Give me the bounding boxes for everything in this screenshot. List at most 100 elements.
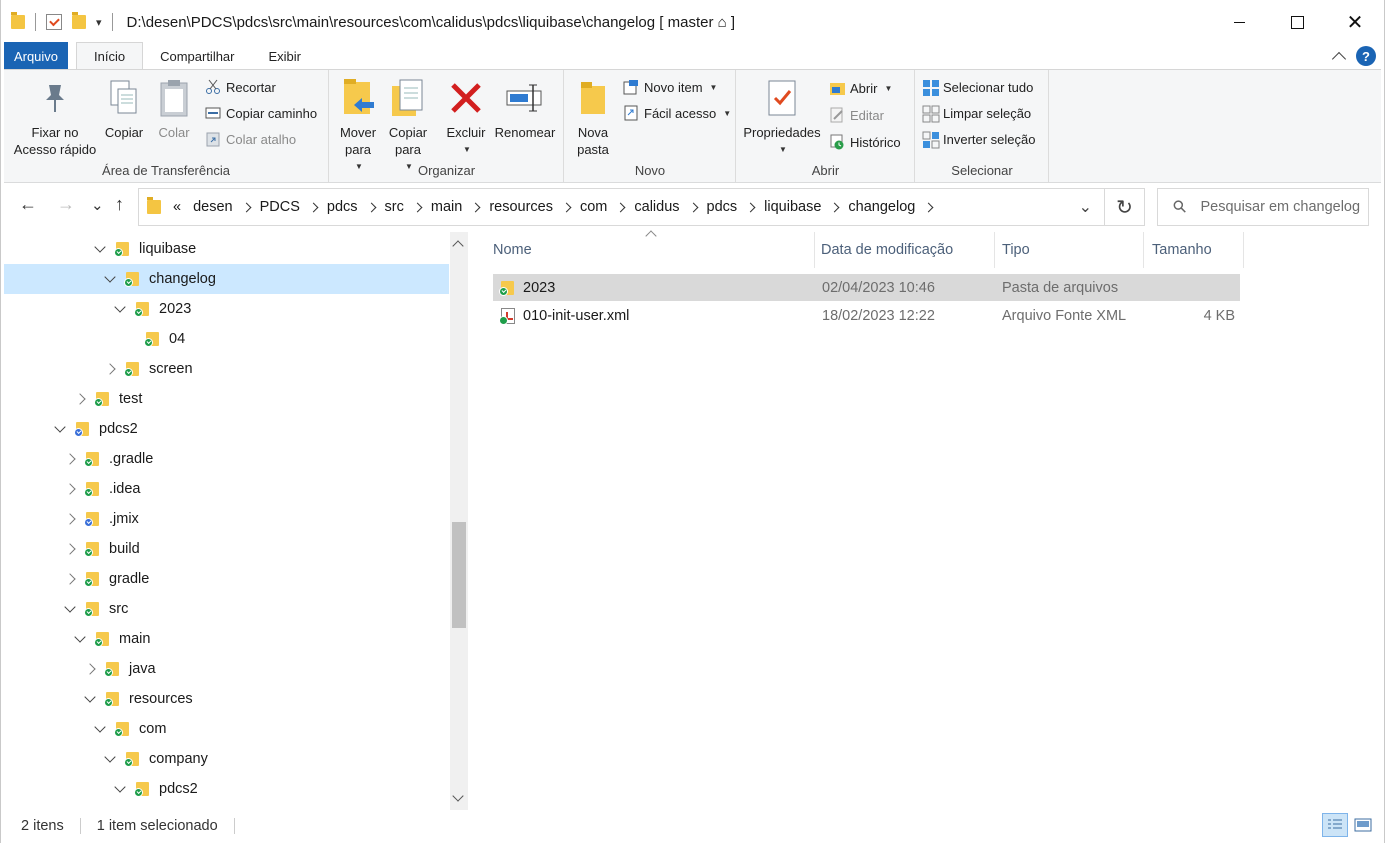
tree-item[interactable]: com	[4, 714, 449, 744]
chevron-right-icon[interactable]	[615, 202, 626, 212]
breadcrumb-item[interactable]: pdcs	[321, 199, 364, 215]
column-header-type[interactable]: Tipo	[1002, 232, 1144, 268]
tree-item[interactable]: java	[4, 654, 449, 684]
paste-button[interactable]: Colar	[154, 76, 194, 141]
column-header-name[interactable]: Nome	[493, 232, 815, 268]
minimize-button[interactable]	[1210, 0, 1268, 44]
search-input[interactable]: Pesquisar em changelog	[1200, 199, 1360, 215]
scrollbar-thumb[interactable]	[452, 522, 466, 628]
chevron-down-icon[interactable]	[52, 421, 68, 437]
back-button[interactable]: ←	[19, 194, 37, 215]
refresh-button[interactable]: ↻	[1105, 188, 1145, 226]
chevron-right-icon[interactable]	[62, 451, 78, 467]
new-item-button[interactable]: Novo item ▼	[623, 79, 717, 95]
up-button[interactable]: ↑	[115, 194, 124, 215]
tab-view[interactable]: Exibir	[252, 42, 319, 70]
tree-item[interactable]: .idea	[4, 474, 449, 504]
chevron-right-icon[interactable]	[308, 202, 319, 212]
chevron-right-icon[interactable]	[241, 202, 252, 212]
new-folder-icon[interactable]	[72, 12, 86, 29]
chevron-right-icon[interactable]	[561, 202, 572, 212]
chevron-right-icon[interactable]	[688, 202, 698, 212]
chevron-right-icon[interactable]	[72, 391, 88, 407]
tree-item[interactable]: gradle	[4, 564, 449, 594]
cut-button[interactable]: Recortar	[205, 79, 276, 95]
breadcrumb-overflow[interactable]: «	[167, 199, 187, 215]
breadcrumb-item[interactable]: pdcs	[701, 199, 744, 215]
tree-item[interactable]: test	[4, 384, 449, 414]
new-folder-button[interactable]: Nova pasta	[571, 76, 615, 158]
chevron-down-icon[interactable]	[82, 691, 98, 707]
chevron-down-icon[interactable]	[72, 631, 88, 647]
copy-to-button[interactable]: Copiar para ▼	[386, 76, 430, 175]
chevron-down-icon[interactable]	[102, 751, 118, 767]
customize-toolbar-dropdown[interactable]: ▾	[96, 16, 102, 29]
breadcrumb-item[interactable]: main	[425, 199, 468, 215]
chevron-right-icon[interactable]	[102, 361, 118, 377]
chevron-right-icon[interactable]	[470, 202, 481, 212]
chevron-right-icon[interactable]	[745, 202, 756, 212]
history-button[interactable]: Histórico	[829, 134, 901, 150]
paste-shortcut-button[interactable]: Colar atalho	[205, 131, 296, 147]
open-button[interactable]: Abrir ▼	[829, 80, 892, 96]
copy-button[interactable]: Copiar	[102, 76, 146, 141]
recent-locations-button[interactable]: ⌄	[91, 196, 104, 214]
chevron-right-icon[interactable]	[923, 202, 934, 212]
scroll-down-icon[interactable]	[452, 790, 464, 802]
tab-file[interactable]: Arquivo	[4, 42, 68, 70]
chevron-down-icon[interactable]	[112, 301, 128, 317]
tree-scrollbar[interactable]	[450, 232, 468, 810]
file-row[interactable]: 2023 02/04/2023 10:46 Pasta de arquivos	[493, 274, 1240, 301]
breadcrumb-item[interactable]: src	[379, 199, 410, 215]
chevron-down-icon[interactable]	[92, 241, 108, 257]
breadcrumb-item[interactable]: com	[574, 199, 613, 215]
chevron-right-icon[interactable]	[62, 571, 78, 587]
address-dropdown-icon[interactable]: ⌄	[1079, 197, 1092, 217]
tree-item[interactable]: liquibase	[4, 234, 449, 264]
rename-button[interactable]: Renomear	[492, 76, 558, 141]
tree-item[interactable]: changelog	[4, 264, 449, 294]
tree-item[interactable]: build	[4, 534, 449, 564]
properties-button[interactable]: Propriedades ▼	[739, 76, 825, 158]
tab-share[interactable]: Compartilhar	[143, 42, 251, 70]
select-none-button[interactable]: Limpar seleção	[922, 105, 1031, 123]
chevron-right-icon[interactable]	[412, 202, 423, 212]
breadcrumb-item[interactable]: PDCS	[254, 199, 306, 215]
chevron-right-icon[interactable]	[62, 541, 78, 557]
file-row[interactable]: 010-init-user.xml 18/02/2023 12:22 Arqui…	[493, 302, 1240, 329]
edit-button[interactable]: Editar	[829, 107, 884, 123]
search-box[interactable]: ⚲ Pesquisar em changelog	[1157, 188, 1369, 226]
copy-path-button[interactable]: Copiar caminho	[205, 105, 317, 121]
chevron-right-icon[interactable]	[62, 481, 78, 497]
address-bar[interactable]: « desen PDCS pdcs src main resources com…	[138, 188, 1105, 226]
chevron-right-icon[interactable]	[366, 202, 376, 212]
chevron-right-icon[interactable]	[82, 661, 98, 677]
navigation-tree[interactable]: liquibase changelog 2023 04 screen test pdcs2.…	[4, 232, 449, 810]
tree-item[interactable]: pdcs2	[4, 774, 449, 804]
tree-item[interactable]: screen	[4, 354, 449, 384]
delete-button[interactable]: Excluir ▼	[444, 76, 488, 158]
tree-item[interactable]: 04	[4, 324, 449, 354]
invert-selection-button[interactable]: Inverter seleção	[922, 131, 1036, 149]
breadcrumb-item[interactable]: liquibase	[758, 199, 827, 215]
chevron-right-icon[interactable]	[829, 202, 840, 212]
tree-item[interactable]: company	[4, 744, 449, 774]
help-icon[interactable]: ?	[1356, 46, 1376, 66]
tree-item[interactable]: 2023	[4, 294, 449, 324]
chevron-down-icon[interactable]	[102, 271, 118, 287]
chevron-right-icon[interactable]	[62, 511, 78, 527]
column-header-size[interactable]: Tamanho	[1152, 232, 1244, 268]
collapse-ribbon-icon[interactable]	[1331, 51, 1347, 67]
move-to-button[interactable]: Mover para ▼	[336, 76, 380, 175]
tree-item[interactable]: resources	[4, 684, 449, 714]
properties-icon[interactable]	[46, 14, 62, 30]
column-header-date[interactable]: Data de modificação	[821, 232, 995, 268]
breadcrumb-item[interactable]: calidus	[628, 199, 685, 215]
details-view-button[interactable]	[1322, 813, 1348, 837]
select-all-button[interactable]: Selecionar tudo	[922, 79, 1033, 96]
breadcrumb-item[interactable]: resources	[483, 199, 559, 215]
easy-access-button[interactable]: Fácil acesso ▼	[623, 105, 731, 121]
close-button[interactable]: ✕	[1326, 0, 1384, 44]
forward-button[interactable]: →	[57, 194, 75, 215]
pin-quick-access-button[interactable]: Fixar no Acesso rápido	[12, 76, 98, 158]
